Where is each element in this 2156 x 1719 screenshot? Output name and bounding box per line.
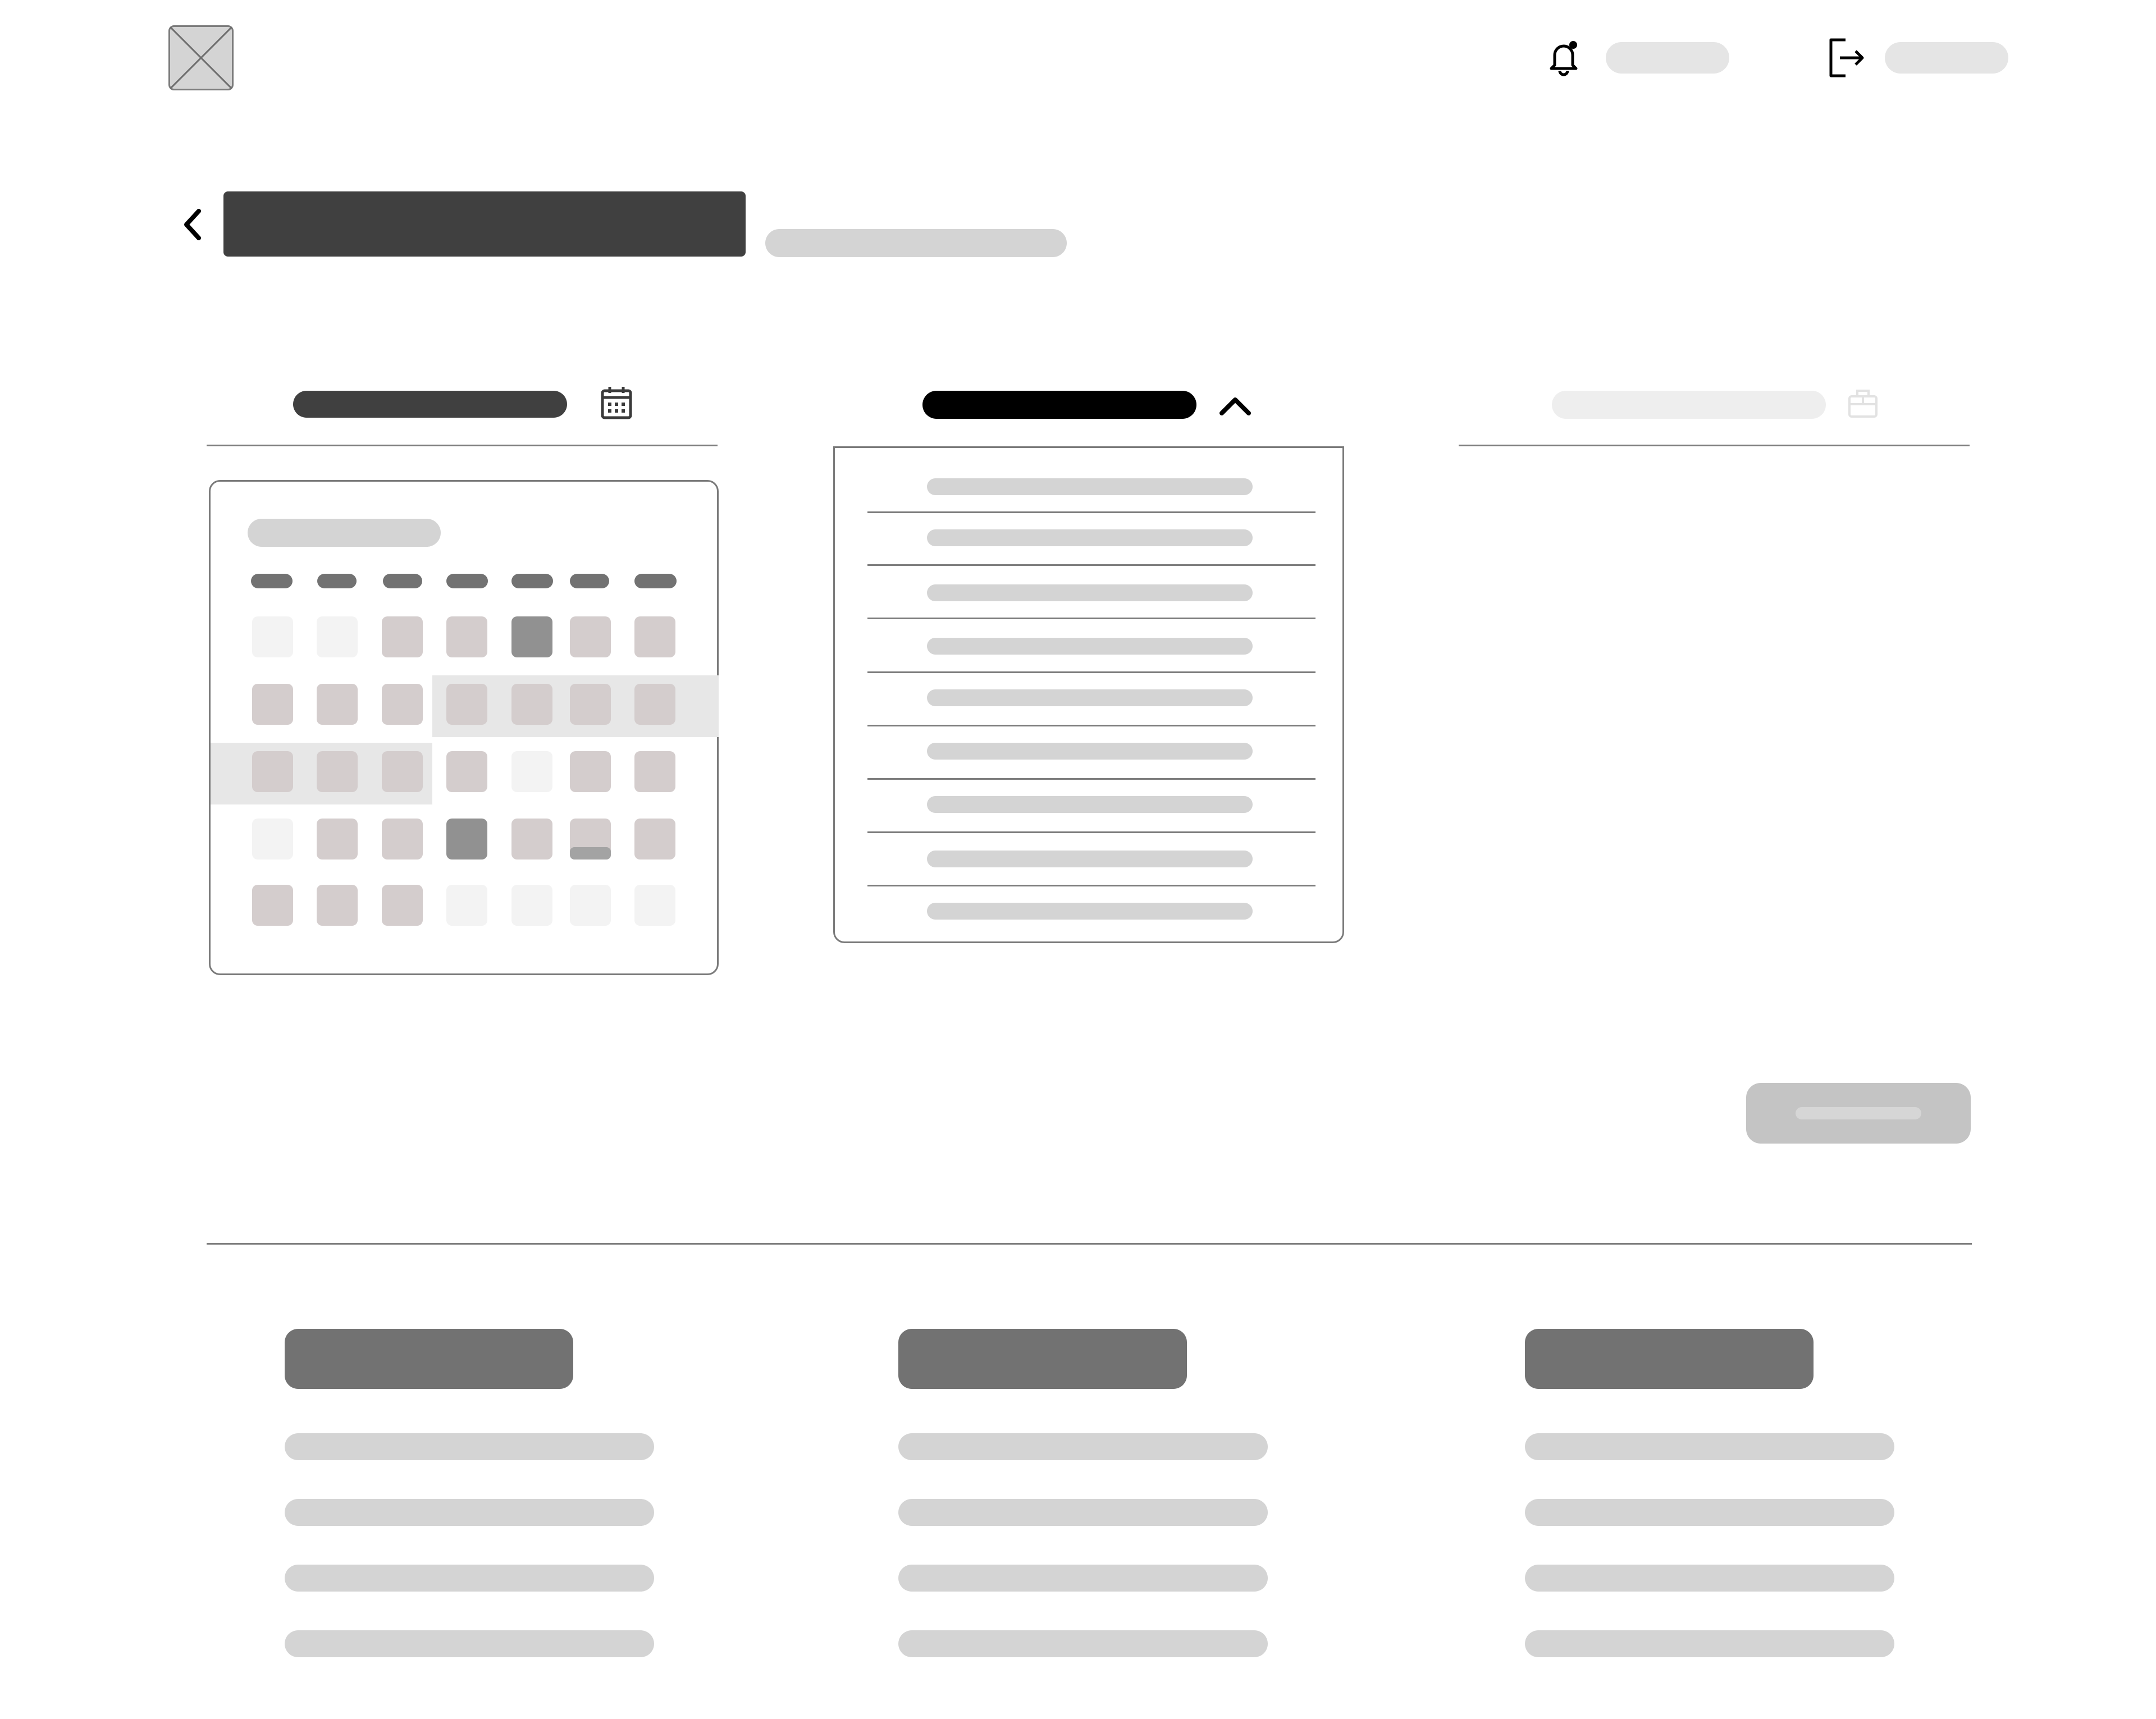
weekday-header	[383, 574, 422, 588]
section-title-placeholder	[898, 1329, 1187, 1389]
today-indicator	[570, 847, 611, 860]
calendar-day[interactable]	[317, 684, 358, 725]
calendar-day[interactable]	[382, 684, 423, 725]
calendar-popover[interactable]	[209, 480, 719, 975]
calendar-day[interactable]	[634, 616, 675, 657]
calendar-day-in-range[interactable]	[634, 684, 675, 725]
section-title-placeholder	[1525, 1329, 1814, 1389]
calendar-day-outside[interactable]	[446, 885, 487, 926]
section-text-placeholder	[898, 1630, 1268, 1657]
divider	[867, 564, 1315, 566]
calendar-day[interactable]	[252, 885, 293, 926]
calendar-day[interactable]	[634, 819, 675, 860]
calendar-day[interactable]	[446, 751, 487, 792]
calendar-day[interactable]	[634, 751, 675, 792]
section-text-placeholder	[285, 1565, 654, 1592]
section-text-placeholder	[285, 1630, 654, 1657]
date-field-underline	[207, 445, 718, 446]
calendar-day-in-range[interactable]	[570, 684, 611, 725]
dropdown-option-placeholder[interactable]	[927, 689, 1253, 706]
section-text-placeholder	[1525, 1433, 1894, 1460]
section-divider	[207, 1243, 1972, 1245]
page-title-placeholder	[223, 191, 746, 257]
bag-icon	[1846, 386, 1880, 420]
section-title-placeholder	[285, 1329, 573, 1389]
dropdown-option-placeholder[interactable]	[927, 584, 1253, 601]
weekday-header	[570, 574, 609, 588]
dropdown-option-placeholder[interactable]	[927, 638, 1253, 655]
dropdown-menu[interactable]	[833, 446, 1344, 943]
back-chevron-left-icon[interactable]	[180, 208, 205, 241]
calendar-day[interactable]	[511, 819, 552, 860]
calendar-day[interactable]	[317, 885, 358, 926]
divider	[867, 725, 1315, 726]
calendar-icon[interactable]	[600, 385, 633, 421]
logout-icon[interactable]	[1828, 38, 1867, 78]
section-text-placeholder	[898, 1499, 1268, 1526]
calendar-day-outside[interactable]	[570, 885, 611, 926]
logo-image-placeholder-icon[interactable]	[168, 25, 234, 90]
calendar-day-disabled[interactable]	[511, 751, 552, 792]
weekday-header	[446, 574, 488, 588]
calendar-day-in-range[interactable]	[317, 751, 358, 792]
dropdown-option-placeholder[interactable]	[927, 796, 1253, 813]
dropdown-option-placeholder[interactable]	[927, 743, 1253, 760]
section-text-placeholder	[1525, 1630, 1894, 1657]
calendar-day-outside[interactable]	[511, 885, 552, 926]
calendar-day[interactable]	[570, 751, 611, 792]
disabled-field-underline	[1459, 445, 1970, 446]
divider	[867, 618, 1315, 619]
dropdown-option-placeholder[interactable]	[927, 903, 1253, 920]
divider	[867, 778, 1315, 780]
calendar-day[interactable]	[252, 684, 293, 725]
button-label-placeholder	[1796, 1107, 1921, 1119]
dropdown-label-placeholder[interactable]	[922, 391, 1196, 419]
bell-icon[interactable]	[1547, 39, 1581, 79]
section-text-placeholder	[1525, 1565, 1894, 1592]
page-subtitle-placeholder	[765, 229, 1067, 257]
divider	[867, 885, 1315, 886]
chevron-up-icon[interactable]	[1217, 393, 1253, 418]
section-text-placeholder	[898, 1565, 1268, 1592]
section-text-placeholder	[285, 1433, 654, 1460]
dropdown-option-placeholder[interactable]	[927, 478, 1253, 495]
calendar-day-outside[interactable]	[252, 616, 293, 657]
weekday-header	[511, 574, 553, 588]
section-text-placeholder	[1525, 1499, 1894, 1526]
date-field-label-placeholder[interactable]	[293, 391, 567, 418]
notifications-label-placeholder[interactable]	[1606, 42, 1729, 74]
disabled-field-label-placeholder	[1552, 391, 1826, 419]
calendar-day[interactable]	[570, 616, 611, 657]
divider	[867, 671, 1315, 673]
calendar-day-in-range[interactable]	[446, 684, 487, 725]
divider	[867, 831, 1315, 833]
calendar-day-disabled[interactable]	[252, 819, 293, 860]
weekday-header	[317, 574, 357, 588]
section-text-placeholder	[285, 1499, 654, 1526]
calendar-day-in-range[interactable]	[511, 684, 552, 725]
calendar-day-outside[interactable]	[317, 616, 358, 657]
calendar-day-in-range[interactable]	[382, 751, 423, 792]
calendar-day-outside[interactable]	[634, 885, 675, 926]
calendar-day[interactable]	[446, 616, 487, 657]
dropdown-option-placeholder[interactable]	[927, 529, 1253, 546]
calendar-day-today[interactable]	[570, 819, 611, 860]
calendar-day[interactable]	[317, 819, 358, 860]
divider	[867, 511, 1315, 513]
calendar-day-selected[interactable]	[446, 819, 487, 860]
calendar-day[interactable]	[382, 819, 423, 860]
weekday-header	[251, 574, 293, 588]
section-text-placeholder	[898, 1433, 1268, 1460]
weekday-header	[634, 574, 677, 588]
submit-button-disabled[interactable]	[1746, 1083, 1971, 1144]
logout-label-placeholder[interactable]	[1885, 42, 2008, 74]
calendar-day-in-range[interactable]	[252, 751, 293, 792]
calendar-day[interactable]	[382, 885, 423, 926]
calendar-day-selected[interactable]	[511, 616, 552, 657]
calendar-month-label-placeholder	[248, 519, 441, 547]
calendar-day[interactable]	[382, 616, 423, 657]
dropdown-option-placeholder[interactable]	[927, 851, 1253, 867]
